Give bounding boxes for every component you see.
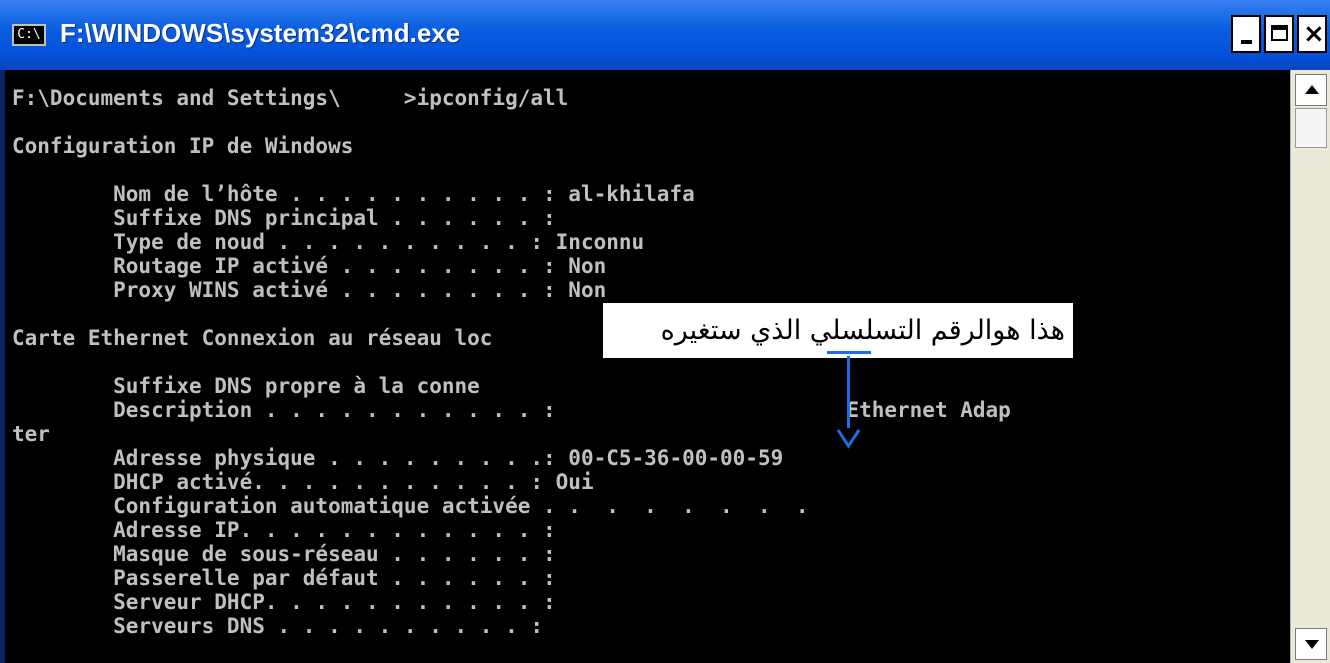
console-line: DHCP activé. . . . . . . . . . . : Oui	[12, 470, 594, 494]
title-bar[interactable]: C:\ F:\WINDOWS\system32\cmd.exe ×	[0, 0, 1330, 70]
console-line: F:\Documents and Settings\ >ipconfig/all	[12, 86, 569, 110]
console-text: F:\Documents and Settings\ >ipconfig/all…	[12, 86, 1011, 638]
minimize-button[interactable]	[1231, 15, 1261, 53]
console-line: Passerelle par défaut . . . . . . :	[12, 566, 556, 590]
vertical-scrollbar[interactable]	[1290, 70, 1330, 663]
console-line: Routage IP activé . . . . . . . . : Non	[12, 254, 607, 278]
close-icon: ×	[1303, 19, 1325, 49]
cmd-icon[interactable]: C:\	[12, 24, 46, 46]
scroll-thumb[interactable]	[1295, 108, 1327, 148]
scroll-up-arrow-icon	[1305, 85, 1319, 94]
console-output[interactable]: F:\Documents and Settings\ >ipconfig/all…	[5, 70, 1290, 663]
console-line: Configuration IP de Windows	[12, 134, 354, 158]
scroll-down-arrow-icon	[1305, 640, 1319, 649]
minimize-icon	[1241, 40, 1252, 44]
console-line: Type de noud . . . . . . . . . . : Incon…	[12, 230, 645, 254]
console-line: Masque de sous-réseau . . . . . . :	[12, 542, 556, 566]
annotation-underline	[827, 351, 871, 354]
annotation-label: هذا هوالرقم التسلسلي الذي ستغيره	[603, 303, 1073, 358]
console-line: Suffixe DNS principal . . . . . . :	[12, 206, 556, 230]
console-line: Adresse IP. . . . . . . . . . . . :	[12, 518, 556, 542]
console-line: Description . . . . . . . . . . . : Ethe…	[12, 398, 1011, 422]
maximize-icon	[1271, 25, 1288, 41]
console-line: Configuration automatique activée . . . …	[12, 494, 809, 518]
arrow-down-icon	[836, 429, 861, 449]
close-button[interactable]: ×	[1297, 15, 1327, 53]
console-line: Serveurs DNS . . . . . . . . . . :	[12, 614, 544, 638]
scroll-down-button[interactable]	[1295, 628, 1327, 660]
console-line: Proxy WINS activé . . . . . . . . : Non	[12, 278, 607, 302]
maximize-button[interactable]	[1264, 15, 1294, 53]
cmd-window: C:\ F:\WINDOWS\system32\cmd.exe × F:\Doc…	[0, 0, 1330, 663]
console-line: Suffixe DNS propre à la conne	[12, 374, 480, 398]
console-line: Nom de l’hôte . . . . . . . . . . : al-k…	[12, 182, 695, 206]
console-line: Adresse physique . . . . . . . . .: 00-C…	[12, 446, 784, 470]
window-title: F:\WINDOWS\system32\cmd.exe	[60, 18, 461, 48]
annotation-arrow-line	[847, 356, 850, 428]
console-line: Serveur DHCP. . . . . . . . . . . :	[12, 590, 556, 614]
scroll-up-button[interactable]	[1295, 74, 1327, 106]
